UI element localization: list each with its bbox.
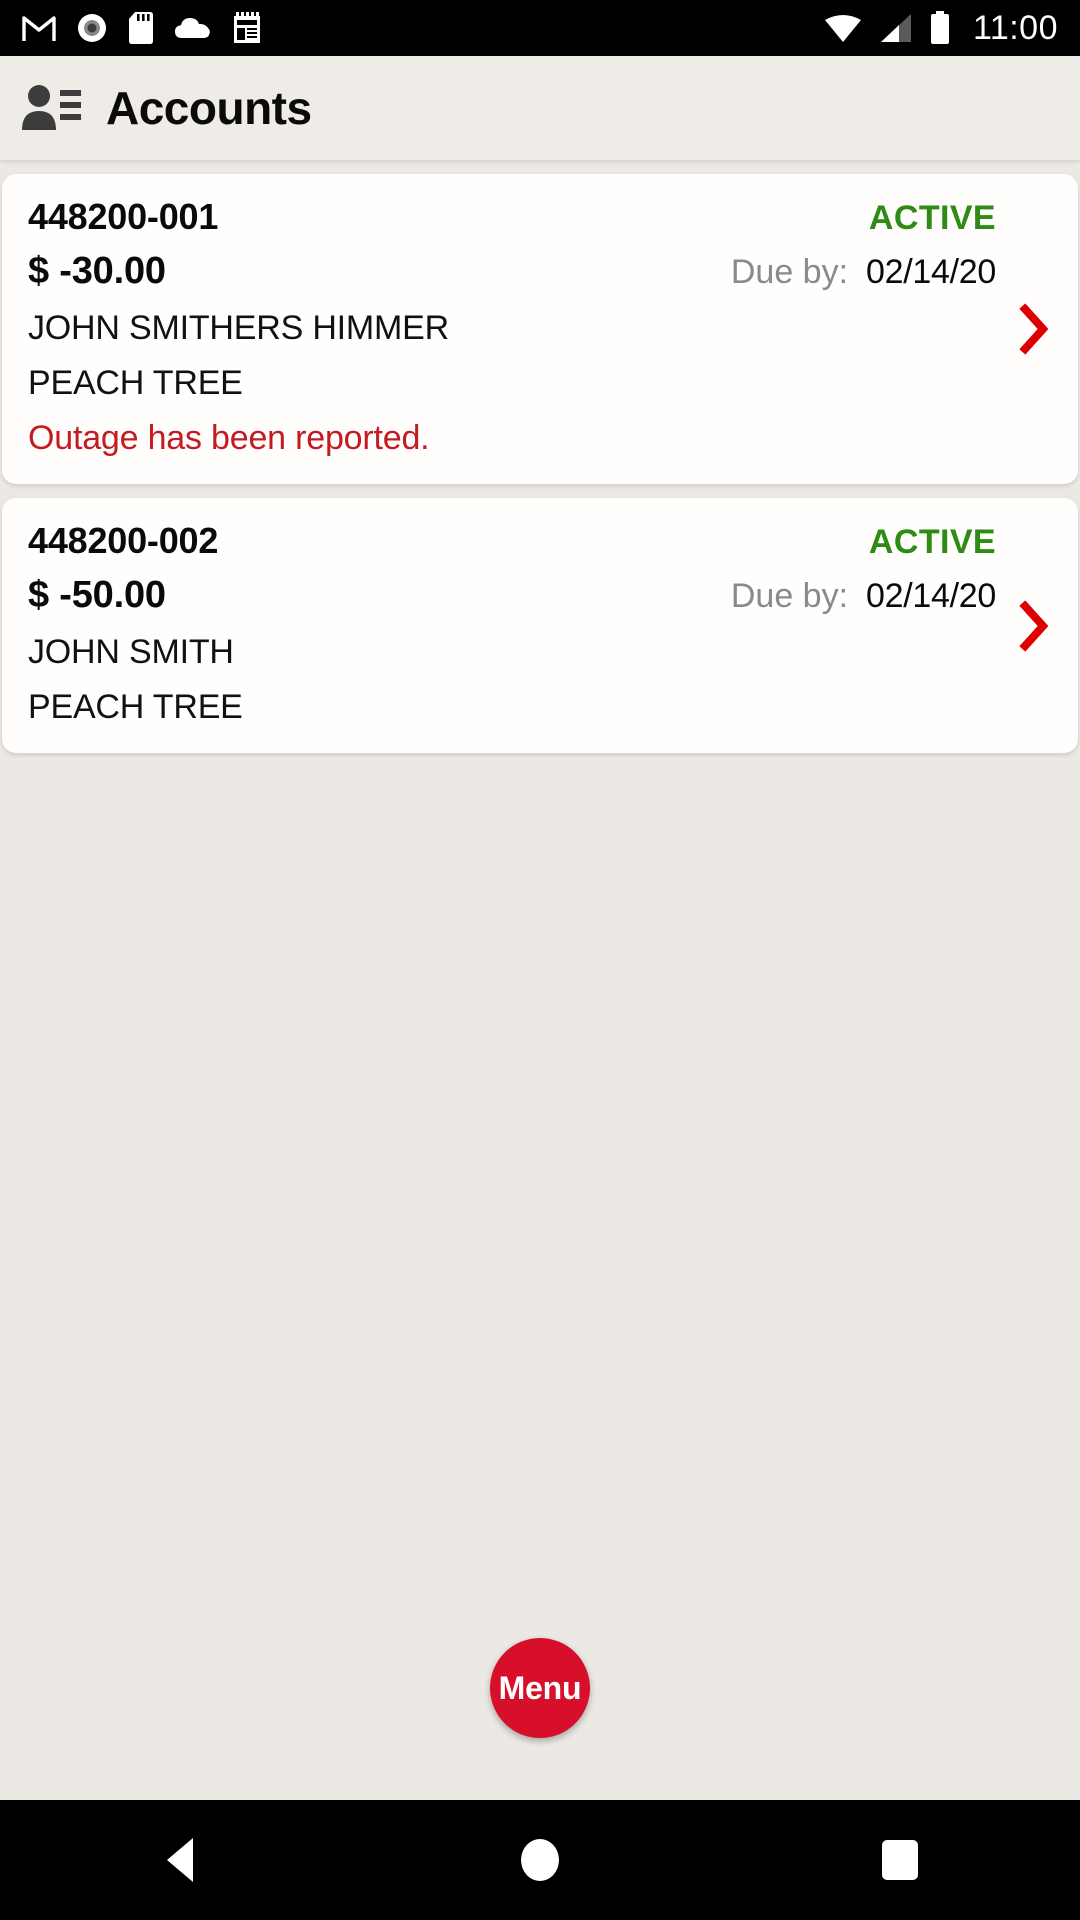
- customer-name: JOHN SMITHERS HIMMER: [28, 309, 450, 347]
- gmail-icon: [22, 16, 56, 41]
- chevron-right-icon: [1019, 599, 1049, 652]
- due-date-value: 02/14/20: [866, 253, 996, 291]
- due-date-group: Due by: 02/14/20: [731, 253, 1052, 292]
- notepad-icon: [234, 12, 260, 43]
- cloud-icon: [175, 18, 210, 38]
- account-card[interactable]: 448200-001 ACTIVE $ -30.00 Due by: 02/14…: [2, 174, 1078, 484]
- account-amount-row: $ -50.00 Due by: 02/14/20: [28, 574, 1052, 617]
- outage-alert-message: Outage has been reported.: [28, 419, 430, 457]
- status-bar-notification-icons: [22, 11, 262, 45]
- home-circle-icon: [521, 1839, 559, 1881]
- customer-name: JOHN SMITH: [28, 633, 234, 671]
- account-detail-chevron[interactable]: [1014, 498, 1056, 753]
- account-header-row: 448200-001 ACTIVE: [28, 196, 1052, 238]
- menu-fab-label: Menu: [498, 1669, 582, 1706]
- due-date-group: Due by: 02/14/20: [731, 577, 1052, 616]
- record-circle-icon: [78, 14, 106, 42]
- nav-home-button[interactable]: [480, 1800, 600, 1920]
- nav-recents-button[interactable]: [840, 1800, 960, 1920]
- account-number: 448200-002: [28, 520, 219, 561]
- service-address: PEACH TREE: [28, 688, 243, 726]
- account-header-row: 448200-002 ACTIVE: [28, 520, 1052, 562]
- wifi-icon: [824, 15, 861, 42]
- contacts-icon: [22, 85, 81, 130]
- account-balance: $ -50.00: [28, 574, 166, 616]
- menu-fab-button[interactable]: Menu: [490, 1638, 590, 1738]
- due-date-value: 02/14/20: [866, 577, 996, 615]
- sd-card-icon: [129, 12, 153, 44]
- app-bar: Accounts: [0, 56, 1080, 160]
- page-title: Accounts: [106, 82, 312, 134]
- device-screen: 11:00 Accounts 448200-001 ACTIVE $ -30.0…: [0, 0, 1080, 1920]
- cellular-signal-icon: [880, 14, 911, 42]
- account-balance: $ -30.00: [28, 250, 166, 292]
- status-bar: 11:00: [0, 0, 1080, 56]
- account-detail-chevron[interactable]: [1014, 174, 1056, 484]
- account-amount-row: $ -30.00 Due by: 02/14/20: [28, 250, 1052, 293]
- accounts-list: 448200-001 ACTIVE $ -30.00 Due by: 02/14…: [0, 160, 1080, 1800]
- account-number: 448200-001: [28, 196, 219, 237]
- status-bar-clock: 11:00: [972, 8, 1058, 47]
- chevron-right-icon: [1019, 303, 1049, 355]
- android-navigation-bar: [0, 1800, 1080, 1920]
- status-bar-system-icons: 11:00: [823, 9, 1058, 48]
- battery-icon: [930, 11, 949, 44]
- due-by-label: Due by:: [730, 253, 849, 291]
- recents-square-icon: [882, 1840, 918, 1880]
- nav-back-button[interactable]: [120, 1800, 240, 1920]
- service-address: PEACH TREE: [28, 364, 243, 402]
- due-by-label: Due by:: [730, 577, 849, 615]
- account-card[interactable]: 448200-002 ACTIVE $ -50.00 Due by: 02/14…: [2, 498, 1078, 753]
- back-triangle-icon: [167, 1838, 193, 1882]
